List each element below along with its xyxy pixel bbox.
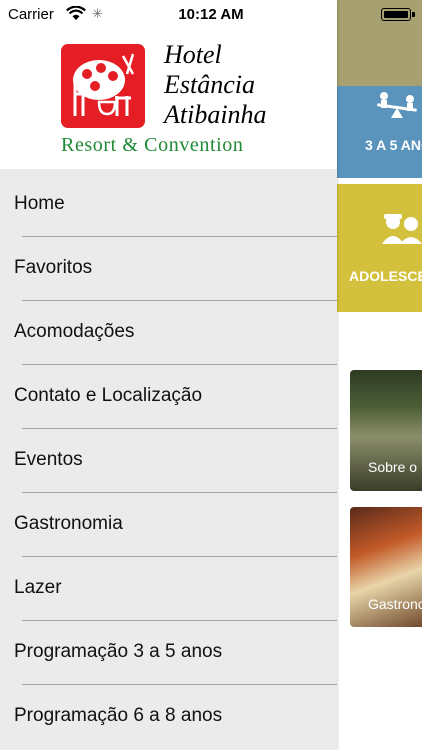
menu-item-label: Programação 3 a 5 anos <box>14 641 223 662</box>
hotel-name: Hotel Estância Atibainha <box>164 40 267 130</box>
tile-3-a-5-anos[interactable]: 3 A 5 ANOS <box>337 86 422 178</box>
teens-icon <box>382 214 422 244</box>
seesaw-icon <box>377 92 417 118</box>
menu-item-label: Home <box>14 193 65 214</box>
menu-item-label: Contato e Localização <box>14 385 203 406</box>
hotel-name-line: Hotel <box>164 40 222 69</box>
menu-item-contato[interactable]: Contato e Localização <box>0 365 337 429</box>
drawer-menu: Home Favoritos Acomodações Contato e Loc… <box>0 173 337 749</box>
card-gastronomia[interactable]: Gastronomia <box>350 507 422 627</box>
card-sobre-o-hotel[interactable]: Sobre o Hotel <box>350 370 422 491</box>
menu-item-label: Programação 6 a 8 anos <box>14 705 223 726</box>
hotel-name-line: Atibainha <box>164 100 267 129</box>
hotel-logo-icon <box>61 44 145 128</box>
menu-item-home[interactable]: Home <box>0 173 337 237</box>
menu-item-programacao-6-8[interactable]: Programação 6 a 8 anos <box>0 685 337 749</box>
navigation-drawer: Hotel Estância Atibainha Resort & Conven… <box>0 0 337 750</box>
tile-label: 3 A 5 ANOS <box>365 137 422 153</box>
hotel-name-line: Estância <box>164 70 255 99</box>
battery-icon <box>381 8 415 21</box>
tile-label: ADOLESCENTES <box>349 268 422 284</box>
menu-item-label: Gastronomia <box>14 513 123 534</box>
menu-item-favoritos[interactable]: Favoritos <box>0 237 337 301</box>
card-caption: Sobre o Hotel <box>368 459 422 475</box>
menu-item-eventos[interactable]: Eventos <box>0 429 337 493</box>
menu-item-label: Lazer <box>14 577 62 598</box>
menu-item-label: Acomodações <box>14 321 135 342</box>
hotel-tagline: Resort & Convention <box>61 134 244 156</box>
menu-item-lazer[interactable]: Lazer <box>0 557 337 621</box>
tile-adolescentes[interactable]: ADOLESCENTES <box>337 184 422 312</box>
menu-item-label: Eventos <box>14 449 83 470</box>
menu-item-programacao-3-5[interactable]: Programação 3 a 5 anos <box>0 621 337 685</box>
menu-item-label: Favoritos <box>14 257 93 278</box>
status-time: 10:12 AM <box>178 6 244 23</box>
status-bar: Carrier ✳ 10:12 AM <box>0 0 422 30</box>
menu-item-gastronomia[interactable]: Gastronomia <box>0 493 337 557</box>
menu-item-acomodacoes[interactable]: Acomodações <box>0 301 337 365</box>
card-caption: Gastronomia <box>368 596 422 612</box>
